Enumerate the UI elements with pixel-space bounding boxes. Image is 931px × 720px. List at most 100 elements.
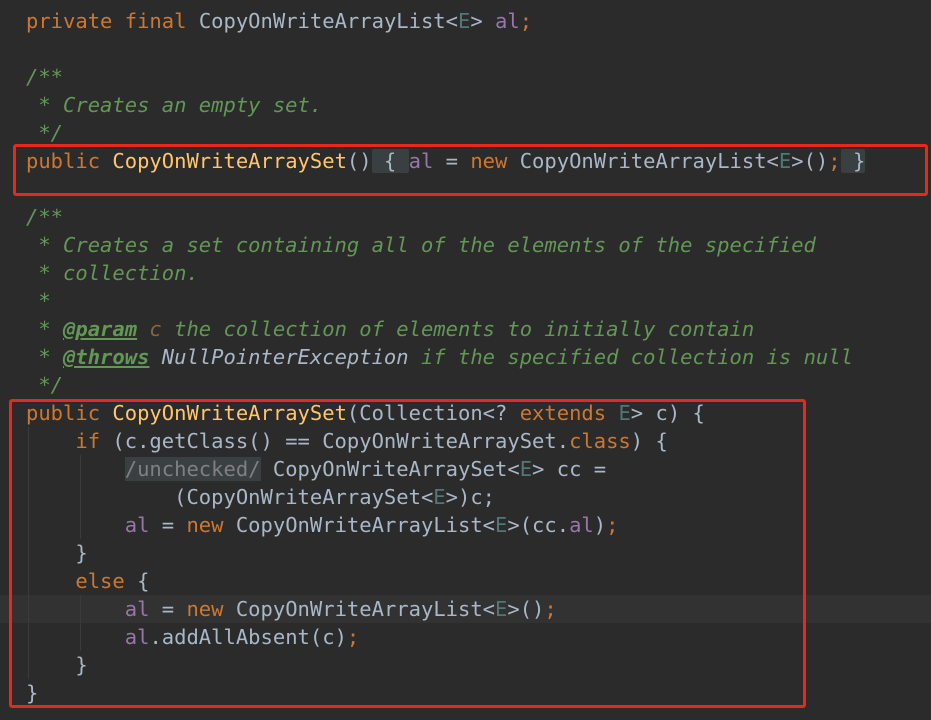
comment-text: * [26,317,64,341]
punctuation: () [346,149,372,173]
indent-guide [28,483,29,511]
code-line-14[interactable]: */ [0,371,931,399]
type-name: CopyOnWriteArrayList [198,9,446,33]
indent-guide [80,455,81,483]
cast-expression: (CopyOnWriteArraySet< [174,485,434,509]
code-line-9[interactable]: * Creates a set containing all of the el… [0,231,931,259]
code-line-13[interactable]: * @throws NullPointerException if the sp… [0,343,931,371]
code-line-6[interactable]: public CopyOnWriteArraySet() { al = new … [0,147,931,175]
code-line-11[interactable]: * [0,287,931,315]
keyword: public [26,401,101,425]
field-name: al [124,625,150,649]
indent-guide [28,651,29,679]
type-parameter: E [618,401,631,425]
closing-brace: } [75,541,88,565]
keyword: if [75,429,101,453]
code-line-12[interactable]: * @param c the collection of elements to… [0,315,931,343]
method-call: .addAllAbsent(c) [149,625,347,649]
code-line-24[interactable]: } [0,651,931,679]
indent-guide [80,483,81,511]
code-line-25[interactable]: } [0,679,931,707]
punctuation: { [124,569,150,593]
code-line-17[interactable]: /unchecked/ CopyOnWriteArraySet<E> cc = [0,455,931,483]
comment-text: the collection of elements to initially … [161,317,755,341]
code-line-15[interactable]: public CopyOnWriteArraySet(Collection<? … [0,399,931,427]
indent-guide [28,427,29,455]
cast-expression: >)c; [445,485,496,509]
type-parameter: E [495,597,508,621]
constructor-name: CopyOnWriteArraySet [112,401,347,425]
type-parameter: E [458,9,471,33]
punctuation: >(cc. [507,513,570,537]
semicolon: ; [346,625,360,649]
code-line-10[interactable]: * collection. [0,259,931,287]
operator: = [149,513,187,537]
code-line-23[interactable]: al.addAllAbsent(c); [0,623,931,651]
fold-marker-close[interactable]: } [840,149,866,173]
code-line-7[interactable] [0,175,931,203]
field-name: al [408,149,434,173]
field-name: al [124,513,150,537]
comment-text: if the specified collection is null [408,345,853,369]
semicolon: ; [828,149,841,173]
indent-guide [28,455,29,483]
type-parameter: E [433,485,446,509]
code-line-4[interactable]: * Creates an empty set. [0,91,931,119]
field-name: al [124,597,150,621]
punctuation: ) [593,513,607,537]
keyword: new [470,149,508,173]
code-line-5[interactable]: */ [0,119,931,147]
type-name: CopyOnWriteArrayList< [507,149,779,173]
keyword: new [186,597,224,621]
code-line-18[interactable]: (CopyOnWriteArraySet<E>)c; [0,483,931,511]
field-name: al [495,9,520,33]
fold-marker-open[interactable]: { [371,149,409,173]
keyword: class [569,429,631,453]
type-parameter: E [519,457,533,481]
indent-guide [28,539,29,567]
indent-guide [28,595,29,623]
javadoc-param: c [137,317,162,341]
code-line-8[interactable]: /** [0,203,931,231]
keyword: extends [519,401,607,425]
code-line-2[interactable] [0,35,931,63]
keyword: new [186,513,224,537]
punctuation: > [470,9,483,33]
punctuation: >() [507,597,545,621]
code-line-22[interactable]: al = new CopyOnWriteArrayList<E>(); [0,595,931,623]
code-line-21[interactable]: else { [0,567,931,595]
closing-brace: } [26,681,39,705]
parameter-list: > c) { [630,401,705,425]
constructor-name: CopyOnWriteArraySet [112,149,347,173]
code-line-3[interactable]: /** [0,63,931,91]
semicolon: ; [544,597,557,621]
comment-text: * [26,345,64,369]
indent-guide [80,595,81,623]
code-line-19[interactable]: al = new CopyOnWriteArrayList<E>(cc.al); [0,511,931,539]
type-name: CopyOnWriteArraySet< [260,457,520,481]
folded-comment[interactable]: /unchecked/ [124,457,261,481]
javadoc-tag: @throws [63,345,150,369]
javadoc-reference: NullPointerException [149,345,409,369]
code-line-1[interactable]: private final CopyOnWriteArrayList<E> al… [0,7,931,35]
semicolon: ; [519,9,533,33]
keyword: private [26,9,113,33]
type-name: CopyOnWriteArrayList< [223,597,496,621]
code-editor[interactable]: private final CopyOnWriteArrayList<E> al… [0,7,931,707]
keyword: public [26,149,101,173]
field-name: al [569,513,594,537]
indent-guide [80,511,81,539]
operator: = [433,149,471,173]
type-name: CopyOnWriteArrayList< [223,513,496,537]
parameter-list: (Collection<? [346,401,520,425]
semicolon: ; [606,513,619,537]
keyword: final [124,9,187,33]
keyword: else [75,569,125,593]
indent-guide [28,567,29,595]
variable-decl: > cc = [532,457,607,481]
indent-guide [80,623,81,651]
code-line-16[interactable]: if (c.getClass() == CopyOnWriteArraySet.… [0,427,931,455]
code-line-20[interactable]: } [0,539,931,567]
operator: = [149,597,187,621]
